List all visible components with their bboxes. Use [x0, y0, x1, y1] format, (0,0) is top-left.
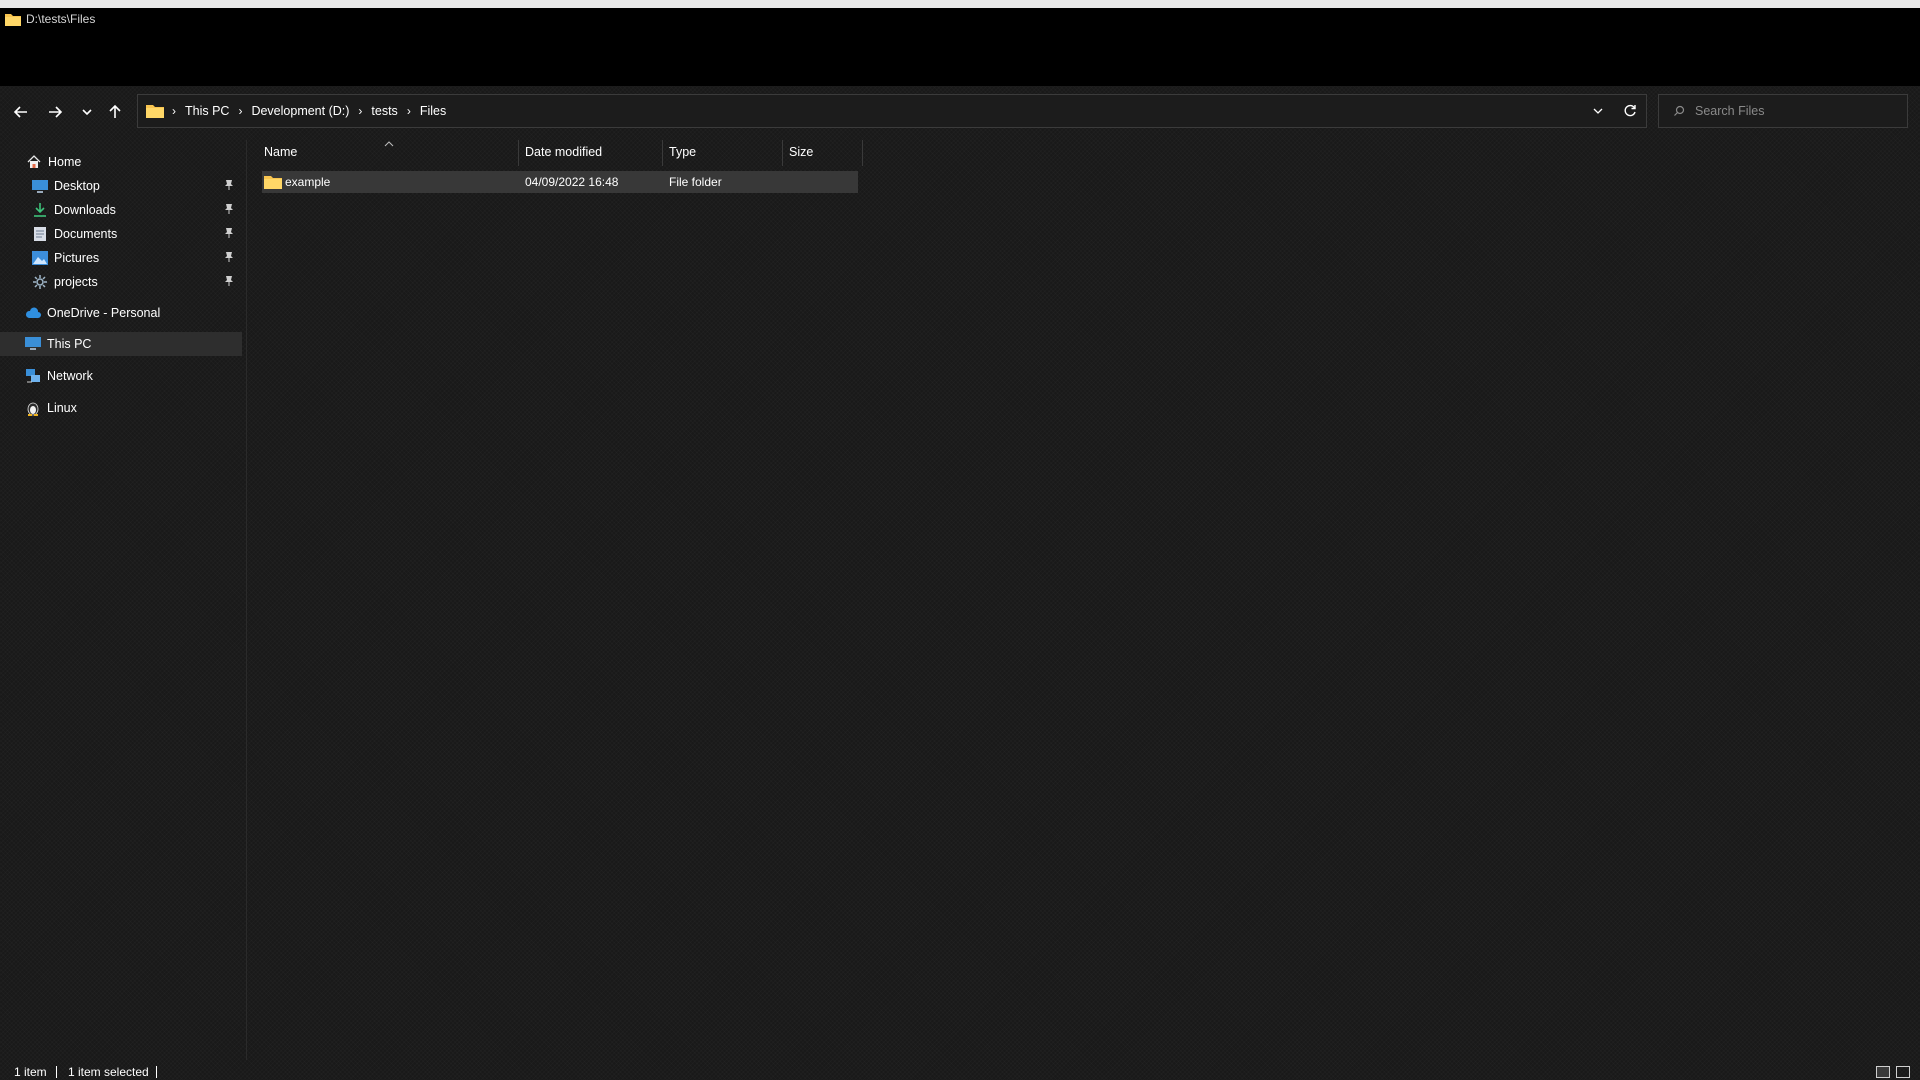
- status-bar: 1 item 1 item selected: [0, 1064, 1920, 1080]
- sidebar-item-onedrive[interactable]: OneDrive - Personal: [25, 302, 257, 324]
- sidebar-item-this-pc[interactable]: This PC: [0, 332, 242, 356]
- status-divider: [56, 1066, 57, 1078]
- sort-ascending-icon: [384, 136, 394, 150]
- document-icon: [32, 226, 48, 242]
- arrow-up-icon: [109, 104, 121, 118]
- toolbar: › This PC › Development (D:) › tests › F…: [0, 94, 1920, 130]
- cloud-icon: [25, 305, 41, 321]
- column-header-type[interactable]: Type: [669, 140, 696, 164]
- column-header-name[interactable]: Name: [264, 140, 297, 164]
- pin-icon[interactable]: [224, 227, 234, 242]
- column-divider[interactable]: [782, 140, 783, 166]
- breadcrumb-this-pc[interactable]: This PC: [180, 104, 234, 118]
- breadcrumb-separator[interactable]: ›: [354, 104, 366, 118]
- sidebar-item-label: Desktop: [54, 179, 100, 193]
- sidebar-item-label: Linux: [47, 401, 77, 415]
- sidebar-item-downloads[interactable]: Downloads: [32, 199, 242, 221]
- recent-locations-button[interactable]: [72, 94, 102, 130]
- folder-icon: [5, 14, 21, 26]
- sidebar-item-desktop[interactable]: Desktop: [32, 175, 242, 197]
- folder-icon: [146, 105, 164, 118]
- window-title: D:\tests\Files: [5, 12, 95, 26]
- sidebar-item-network[interactable]: Network: [25, 365, 257, 387]
- sidebar-item-label: Documents: [54, 227, 118, 241]
- sidebar-item-label: Downloads: [54, 203, 116, 217]
- refresh-icon: [1624, 104, 1636, 117]
- column-header-date[interactable]: Date modified: [525, 140, 602, 164]
- computer-icon: [25, 336, 41, 352]
- title-bar: D:\tests\Files: [0, 8, 1920, 86]
- network-icon: [25, 368, 41, 384]
- table-row[interactable]: example 04/09/2022 16:48 File folder: [262, 171, 858, 193]
- sidebar-item-label: projects: [54, 275, 98, 289]
- breadcrumb-separator[interactable]: ›: [168, 104, 180, 118]
- sidebar-item-label: Home: [48, 155, 82, 169]
- linux-penguin-icon: [25, 400, 41, 416]
- details-view-button[interactable]: [1876, 1066, 1890, 1078]
- selection-count: 1 item selected: [68, 1065, 149, 1079]
- refresh-button[interactable]: [1614, 95, 1646, 127]
- column-divider[interactable]: [862, 140, 863, 166]
- file-name: example: [285, 175, 331, 189]
- breadcrumb-development-d[interactable]: Development (D:): [246, 104, 354, 118]
- arrow-right-icon: [49, 106, 63, 118]
- status-divider: [156, 1066, 157, 1078]
- sidebar-item-linux[interactable]: Linux: [25, 397, 257, 419]
- search-input[interactable]: [1693, 103, 1897, 119]
- top-edge: [0, 0, 1920, 8]
- sidebar-item-label: Network: [47, 369, 93, 383]
- address-bar[interactable]: › This PC › Development (D:) › tests › F…: [137, 94, 1647, 128]
- arrow-left-icon: [13, 106, 27, 118]
- pictures-icon: [32, 250, 48, 266]
- search-icon: [1674, 105, 1685, 116]
- folder-icon: [264, 171, 282, 193]
- up-button[interactable]: [100, 94, 130, 130]
- pin-icon[interactable]: [224, 251, 234, 266]
- column-divider[interactable]: [518, 140, 519, 166]
- search-box[interactable]: [1658, 94, 1908, 128]
- navigation-pane: Home Desktop Downloads Documents Picture…: [0, 140, 247, 1060]
- column-divider[interactable]: [662, 140, 663, 166]
- sidebar-item-projects[interactable]: projects: [32, 271, 242, 293]
- large-icons-view-button[interactable]: [1896, 1066, 1910, 1078]
- sidebar-item-documents[interactable]: Documents: [32, 223, 242, 245]
- projects-icon: [32, 274, 48, 290]
- pin-icon[interactable]: [224, 179, 234, 194]
- back-button[interactable]: [6, 94, 36, 130]
- pin-icon[interactable]: [224, 203, 234, 218]
- file-date-modified: 04/09/2022 16:48: [525, 175, 619, 189]
- address-history-button[interactable]: [1582, 95, 1614, 127]
- pin-icon[interactable]: [224, 275, 234, 290]
- forward-button[interactable]: [40, 94, 70, 130]
- chevron-down-icon: [1593, 108, 1603, 114]
- column-headers: Name Date modified Type Size: [262, 140, 863, 166]
- desktop-icon: [32, 178, 48, 194]
- download-icon: [32, 202, 48, 218]
- column-header-size[interactable]: Size: [789, 140, 813, 164]
- sidebar-item-label: This PC: [47, 337, 92, 351]
- file-type: File folder: [669, 175, 722, 189]
- breadcrumb-separator[interactable]: ›: [403, 104, 415, 118]
- window-title-text: D:\tests\Files: [26, 12, 96, 26]
- sidebar-item-label: OneDrive - Personal: [47, 306, 161, 320]
- item-count: 1 item: [14, 1065, 47, 1079]
- chevron-down-icon: [82, 109, 92, 116]
- breadcrumb-separator[interactable]: ›: [234, 104, 246, 118]
- breadcrumb-tests[interactable]: tests: [366, 104, 402, 118]
- breadcrumb-files[interactable]: Files: [415, 104, 451, 118]
- home-icon: [26, 154, 42, 170]
- sidebar-item-home[interactable]: Home: [26, 151, 258, 173]
- sidebar-item-pictures[interactable]: Pictures: [32, 247, 242, 269]
- sidebar-item-label: Pictures: [54, 251, 100, 265]
